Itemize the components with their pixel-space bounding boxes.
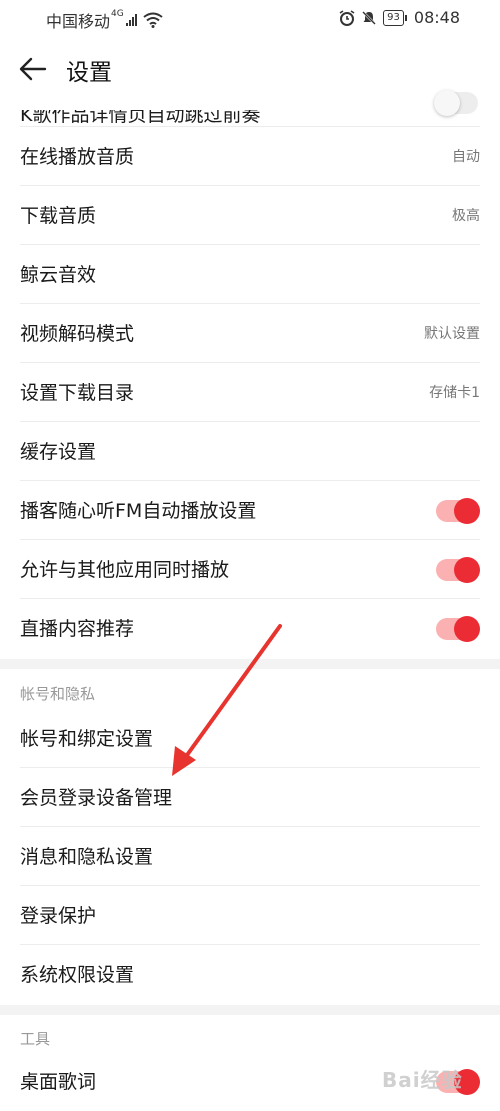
setting-row-vip-device-management[interactable]: 会员登录设备管理	[0, 768, 500, 827]
setting-label: 下载音质	[20, 205, 97, 227]
setting-label: 鲸云音效	[20, 264, 97, 286]
setting-label: 会员登录设备管理	[20, 787, 173, 809]
setting-label: 允许与其他应用同时播放	[20, 559, 230, 581]
setting-label: 帐号和绑定设置	[20, 728, 154, 750]
clock: 08:48	[413, 8, 460, 27]
app-header: 设置	[0, 42, 500, 98]
status-bar: 中国移动 4G 93 08:48	[0, 0, 500, 38]
setting-row-k-song-skip-intro[interactable]: K歌作品详情页自动跳过前奏	[0, 110, 500, 124]
setting-label: 桌面歌词	[20, 1071, 97, 1093]
watermark: Bai经验	[382, 1068, 463, 1092]
setting-value: 存储卡1	[429, 385, 480, 401]
back-arrow-icon[interactable]	[18, 56, 48, 82]
setting-label: K歌作品详情页自动跳过前奏	[20, 110, 261, 124]
mute-icon	[362, 10, 377, 25]
setting-row-live-recommend: 直播内容推荐	[0, 599, 500, 658]
setting-label: 登录保护	[20, 905, 97, 927]
carrier-label: 中国移动	[46, 12, 111, 31]
mix-playback-toggle[interactable]	[436, 557, 480, 583]
battery-icon: 93	[383, 9, 407, 26]
setting-label: 系统权限设置	[20, 964, 135, 986]
setting-label: 设置下载目录	[20, 382, 135, 404]
toggle-knob	[434, 90, 460, 116]
setting-row-sound-effect[interactable]: 鲸云音效	[0, 245, 500, 304]
podcast-fm-autoplay-toggle[interactable]	[436, 498, 480, 524]
toggle-knob	[454, 557, 480, 583]
setting-label: 播客随心听FM自动播放设置	[20, 500, 257, 522]
setting-label: 消息和隐私设置	[20, 846, 154, 868]
section-gap	[0, 1005, 500, 1015]
setting-row-download-quality[interactable]: 下载音质 极高	[0, 186, 500, 245]
signal-icon	[125, 14, 137, 26]
section-gap	[0, 659, 500, 669]
section-title-tools: 工具	[20, 1030, 51, 1048]
setting-label: 直播内容推荐	[20, 618, 135, 640]
wifi-icon	[143, 12, 163, 28]
setting-row-mix-playback: 允许与其他应用同时播放	[0, 540, 500, 599]
setting-label: 缓存设置	[20, 441, 97, 463]
setting-label: 在线播放音质	[20, 146, 135, 168]
setting-row-account-binding[interactable]: 帐号和绑定设置	[0, 709, 500, 768]
setting-row-cache[interactable]: 缓存设置	[0, 422, 500, 481]
setting-value: 自动	[452, 149, 480, 165]
k-song-skip-intro-toggle[interactable]	[434, 90, 478, 116]
setting-row-message-privacy[interactable]: 消息和隐私设置	[0, 827, 500, 886]
status-left: 中国移动 4G	[46, 8, 163, 32]
setting-value: 默认设置	[424, 326, 480, 342]
toggle-knob	[454, 498, 480, 524]
setting-row-online-quality[interactable]: 在线播放音质 自动	[0, 127, 500, 186]
page-title: 设置	[66, 60, 112, 86]
live-recommend-toggle[interactable]	[436, 616, 480, 642]
setting-row-download-dir[interactable]: 设置下载目录 存储卡1	[0, 363, 500, 422]
section-title-account: 帐号和隐私	[20, 685, 96, 703]
status-right: 93 08:48	[339, 8, 460, 27]
setting-row-system-permissions[interactable]: 系统权限设置	[0, 945, 500, 1004]
setting-row-podcast-fm-autoplay: 播客随心听FM自动播放设置	[0, 481, 500, 540]
alarm-icon	[339, 9, 355, 26]
setting-row-login-protection[interactable]: 登录保护	[0, 886, 500, 945]
network-type-label: 4G	[111, 9, 124, 19]
setting-row-video-decode[interactable]: 视频解码模式 默认设置	[0, 304, 500, 363]
setting-label: 视频解码模式	[20, 323, 135, 345]
toggle-knob	[454, 616, 480, 642]
setting-value: 极高	[452, 208, 480, 224]
